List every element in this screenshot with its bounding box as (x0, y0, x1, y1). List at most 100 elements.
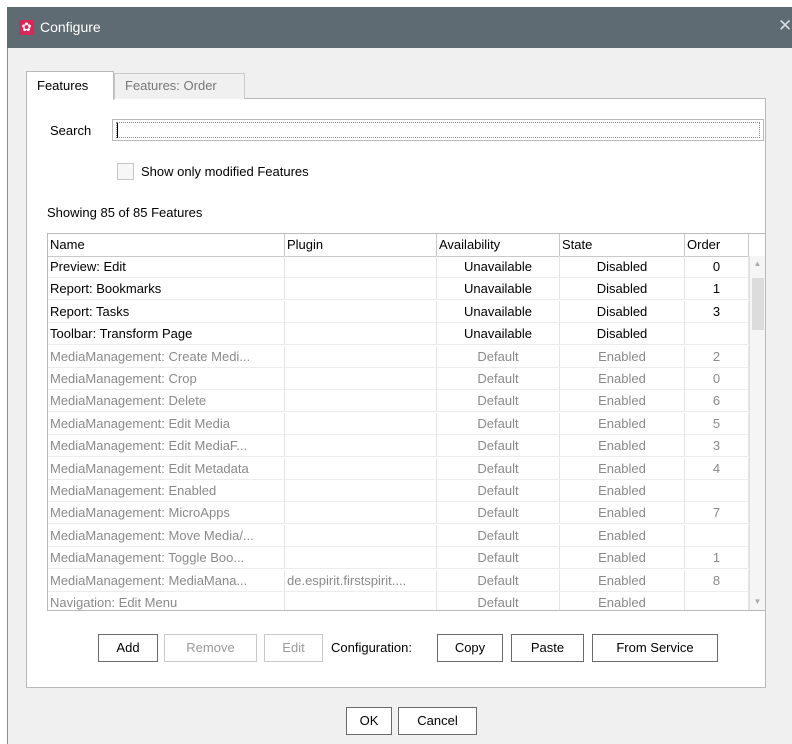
scroll-down-icon[interactable]: ▼ (752, 597, 763, 607)
edit-button[interactable]: Edit (264, 634, 323, 662)
cell-state: Disabled (560, 278, 685, 301)
cell-plugin (285, 457, 437, 480)
cell-availability: Default (437, 592, 560, 610)
copy-button[interactable]: Copy (437, 634, 503, 662)
cell-state: Enabled (560, 345, 685, 368)
paste-button[interactable]: Paste (511, 634, 584, 662)
cell-name: MediaManagement: Create Medi... (48, 345, 285, 368)
table-row[interactable]: Report: Bookmarks Unavailable Disabled 1 (48, 278, 749, 301)
cell-plugin (285, 547, 437, 570)
cell-availability: Default (437, 524, 560, 547)
cell-availability: Unavailable (437, 300, 560, 323)
table-row[interactable]: MediaManagement: Crop Default Enabled 0 (48, 368, 749, 390)
cell-state: Disabled (560, 323, 685, 346)
cell-plugin (285, 300, 437, 323)
cell-plugin: de.espirit.firstspirit.... (285, 569, 437, 592)
table-row[interactable]: Toolbar: Transform Page Unavailable Disabl… (48, 323, 749, 346)
cell-name: MediaManagement: Toggle Boo... (48, 547, 285, 570)
table-row[interactable]: MediaManagement: Move Media/... Default En… (48, 524, 749, 547)
table-row[interactable]: Report: Tasks Unavailable Disabled 3 (48, 300, 749, 323)
scroll-up-icon[interactable]: ▲ (752, 259, 763, 269)
cell-availability: Default (437, 412, 560, 435)
cell-order: 8 (685, 569, 749, 592)
column-header-name[interactable]: Name (48, 234, 285, 256)
cell-order: 2 (685, 345, 749, 368)
search-input[interactable] (112, 119, 764, 141)
add-button[interactable]: Add (98, 634, 158, 662)
window-title: Configure (40, 19, 101, 35)
cell-order: 0 (685, 368, 749, 390)
cell-plugin (285, 502, 437, 525)
cancel-button[interactable]: Cancel (398, 707, 477, 735)
show-modified-checkbox[interactable] (117, 163, 134, 180)
cell-state: Enabled (560, 547, 685, 570)
cell-name: Report: Tasks (48, 300, 285, 323)
close-icon[interactable]: ✕ (778, 16, 792, 36)
cell-name: MediaManagement: MediaMana... (48, 569, 285, 592)
cell-name: MediaManagement: Edit Media (48, 412, 285, 435)
cell-state: Enabled (560, 569, 685, 592)
table-header: Name Plugin Availability State Order (48, 234, 749, 257)
cell-order: 5 (685, 412, 749, 435)
cell-name: Report: Bookmarks (48, 278, 285, 301)
remove-button[interactable]: Remove (164, 634, 257, 662)
cell-name: MediaManagement: MicroApps (48, 502, 285, 525)
cell-availability: Default (437, 368, 560, 390)
cell-order: 3 (685, 300, 749, 323)
table-row[interactable]: MediaManagement: Enabled Default Enabled (48, 480, 749, 502)
cell-plugin (285, 323, 437, 346)
cell-availability: Default (437, 502, 560, 525)
cell-name: MediaManagement: Edit MediaF... (48, 435, 285, 458)
ok-button[interactable]: OK (346, 707, 392, 735)
cell-state: Enabled (560, 435, 685, 458)
vertical-scrollbar[interactable]: ▲ ▼ (749, 256, 765, 610)
features-table: Name Plugin Availability State Order Pre… (47, 233, 766, 611)
table-row[interactable]: MediaManagement: Edit MediaF... Default En… (48, 435, 749, 458)
cell-plugin (285, 368, 437, 390)
table-row[interactable]: MediaManagement: Edit Media Default Enable… (48, 412, 749, 435)
cell-plugin (285, 592, 437, 610)
cell-name: Preview: Edit (48, 256, 285, 278)
column-header-state[interactable]: State (560, 234, 685, 256)
cell-order: 1 (685, 278, 749, 301)
column-header-order[interactable]: Order (685, 234, 749, 256)
from-service-button[interactable]: From Service (592, 634, 718, 662)
table-row[interactable]: MediaManagement: MicroApps Default Enabled… (48, 502, 749, 525)
table-row[interactable]: MediaManagement: Toggle Boo... Default Ena… (48, 547, 749, 570)
cell-availability: Default (437, 569, 560, 592)
tab-features[interactable]: Features (26, 71, 114, 100)
cell-plugin (285, 256, 437, 278)
cell-state: Enabled (560, 368, 685, 390)
feature-count-status: Showing 85 of 85 Features (47, 205, 203, 220)
table-row[interactable]: Preview: Edit Unavailable Disabled 0 (48, 256, 749, 278)
cell-name: Navigation: Edit Menu (48, 592, 285, 610)
configuration-label: Configuration: (331, 640, 412, 655)
table-row[interactable]: MediaManagement: Create Medi... Default En… (48, 345, 749, 368)
cell-plugin (285, 412, 437, 435)
cell-plugin (285, 345, 437, 368)
cell-order: 6 (685, 390, 749, 413)
cell-state: Disabled (560, 256, 685, 278)
table-row[interactable]: MediaManagement: Delete Default Enabled 6 (48, 390, 749, 413)
cell-availability: Default (437, 345, 560, 368)
scrollbar-thumb[interactable] (752, 278, 764, 330)
column-header-availability[interactable]: Availability (437, 234, 560, 256)
cell-availability: Unavailable (437, 323, 560, 346)
cell-plugin (285, 390, 437, 413)
cell-order (685, 480, 749, 502)
tab-features-order[interactable]: Features: Order (114, 73, 245, 99)
cell-order: 0 (685, 256, 749, 278)
cell-state: Enabled (560, 502, 685, 525)
cell-order: 4 (685, 457, 749, 480)
column-header-plugin[interactable]: Plugin (285, 234, 437, 256)
text-caret (117, 123, 118, 138)
cell-order (685, 323, 749, 346)
cell-state: Enabled (560, 412, 685, 435)
cell-order: 1 (685, 547, 749, 570)
cell-availability: Default (437, 547, 560, 570)
show-modified-label: Show only modified Features (141, 164, 309, 179)
cell-state: Enabled (560, 390, 685, 413)
table-row[interactable]: MediaManagement: MediaMana... de.espirit.… (48, 569, 749, 592)
table-row[interactable]: Navigation: Edit Menu Default Enabled (48, 592, 749, 610)
table-row[interactable]: MediaManagement: Edit Metadata Default Ena… (48, 457, 749, 480)
